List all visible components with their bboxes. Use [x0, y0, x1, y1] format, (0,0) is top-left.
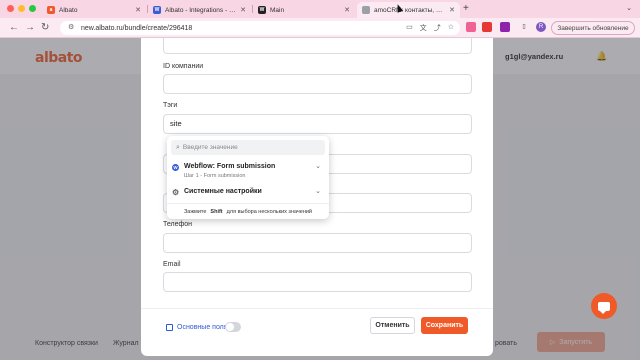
- translate-icon[interactable]: 文: [420, 23, 427, 33]
- tags-field[interactable]: site: [163, 114, 472, 134]
- amocrm-favicon-icon: [362, 6, 370, 14]
- dropdown-item-subtitle: Шаг 1 - Form submission: [184, 173, 246, 179]
- reload-icon[interactable]: ↻: [41, 21, 49, 35]
- divider: [141, 308, 493, 309]
- back-arrow-icon[interactable]: ←: [9, 21, 19, 35]
- address-bar[interactable]: ⚙ new.albato.ru/bundle/create/296418 ▭ 文…: [60, 21, 460, 35]
- close-tab-icon[interactable]: ✕: [135, 6, 141, 14]
- company-id-field[interactable]: [163, 74, 472, 94]
- browser-tab-albato[interactable]: a Albato ✕: [42, 2, 146, 18]
- dropdown-item-webflow-form[interactable]: W Webflow: Form submission Шаг 1 - Form …: [171, 163, 325, 183]
- tab-title: amoCRM: контакты, g1gl: [374, 6, 446, 14]
- close-tab-icon[interactable]: ✕: [240, 6, 246, 14]
- extension-icon[interactable]: [466, 22, 476, 32]
- browser-toolbar: ← → ↻ ⚙ new.albato.ru/bundle/create/2964…: [0, 18, 640, 38]
- field-label: Email: [163, 261, 181, 268]
- browser-tab-amocrm[interactable]: amoCRM: контакты, g1gl ✕: [357, 2, 460, 18]
- webflow-icon: W: [172, 164, 179, 171]
- phone-field[interactable]: [163, 233, 472, 253]
- close-tab-icon[interactable]: ✕: [344, 6, 350, 14]
- close-tab-icon[interactable]: ✕: [449, 6, 455, 14]
- search-icon: ⌕: [176, 143, 180, 151]
- tab-title: Albato - Integrations - Webflo: [165, 6, 236, 14]
- webflow-favicon-icon: W: [153, 6, 161, 14]
- forward-arrow-icon[interactable]: →: [25, 21, 35, 35]
- email-field[interactable]: [163, 272, 472, 292]
- hint-key: Shift: [210, 208, 223, 215]
- cancel-button[interactable]: Отменить: [370, 317, 415, 334]
- chat-bubble-icon: [598, 301, 610, 314]
- search-placeholder: Введите значение: [182, 144, 238, 151]
- profile-avatar[interactable]: R: [536, 22, 546, 32]
- maximize-window-button[interactable]: [29, 5, 36, 12]
- site-info-icon[interactable]: ⚙: [68, 24, 76, 32]
- field-label: Телефон: [163, 221, 193, 228]
- new-tab-button[interactable]: +: [463, 3, 469, 14]
- dropdown-search-input[interactable]: ⌕ Введите значение: [171, 140, 325, 155]
- browser-tab-bar: a Albato ✕ W Albato - Integrations - Web…: [0, 0, 640, 18]
- url-text: new.albato.ru/bundle/create/296418: [81, 24, 193, 32]
- webflow-favicon-icon: W: [258, 6, 266, 14]
- save-button[interactable]: Сохранить: [421, 317, 468, 334]
- share-icon[interactable]: ⤴: [434, 23, 441, 33]
- tab-title: Albato: [59, 6, 78, 14]
- dropdown-item-title: Системные настройки: [184, 188, 262, 195]
- hint-text: для выбора нескольких значений: [226, 208, 312, 215]
- side-panel-icon[interactable]: ▯: [519, 22, 529, 32]
- tab-search-chevron-icon[interactable]: ⌄: [626, 4, 632, 12]
- hint-text: Зажмите: [183, 208, 207, 215]
- value-picker-dropdown: ⌕ Введите значение W Webflow: Form submi…: [167, 136, 329, 219]
- extension-icon[interactable]: [500, 22, 510, 32]
- dropdown-item-system-settings[interactable]: ⚙ Системные настройки ⌄: [171, 188, 325, 200]
- checkbox-icon: [166, 324, 173, 331]
- support-chat-button[interactable]: [591, 293, 617, 319]
- core-fields-toggle-label[interactable]: Основные поля: [166, 324, 228, 331]
- core-fields-toggle[interactable]: [225, 322, 241, 332]
- albato-favicon-icon: a: [47, 6, 55, 14]
- close-window-button[interactable]: [7, 5, 14, 12]
- field-label: ID компании: [163, 63, 204, 70]
- tab-title: Main: [270, 6, 285, 14]
- minimize-window-button[interactable]: [18, 5, 25, 12]
- update-chrome-button[interactable]: Завершить обновление: [551, 21, 635, 35]
- core-fields-label: Основные поля: [177, 324, 228, 331]
- multi-select-hint: Зажмите Shift для выбора нескольких знач…: [167, 203, 329, 219]
- browser-tab-albato-integrations[interactable]: W Albato - Integrations - Webflo ✕: [148, 2, 251, 18]
- gear-icon: ⚙: [172, 188, 180, 197]
- browser-tab-main[interactable]: W Main ✕: [253, 2, 355, 18]
- bookmark-star-icon[interactable]: ☆: [448, 23, 454, 33]
- chevron-down-icon[interactable]: ⌄: [315, 187, 321, 195]
- field-label: Тэги: [163, 102, 178, 109]
- cast-icon[interactable]: ▭: [406, 23, 413, 33]
- dropdown-item-title: Webflow: Form submission: [184, 163, 276, 170]
- chevron-down-icon[interactable]: ⌄: [315, 162, 321, 170]
- text-field[interactable]: [163, 38, 472, 54]
- extension-icon[interactable]: [482, 22, 492, 32]
